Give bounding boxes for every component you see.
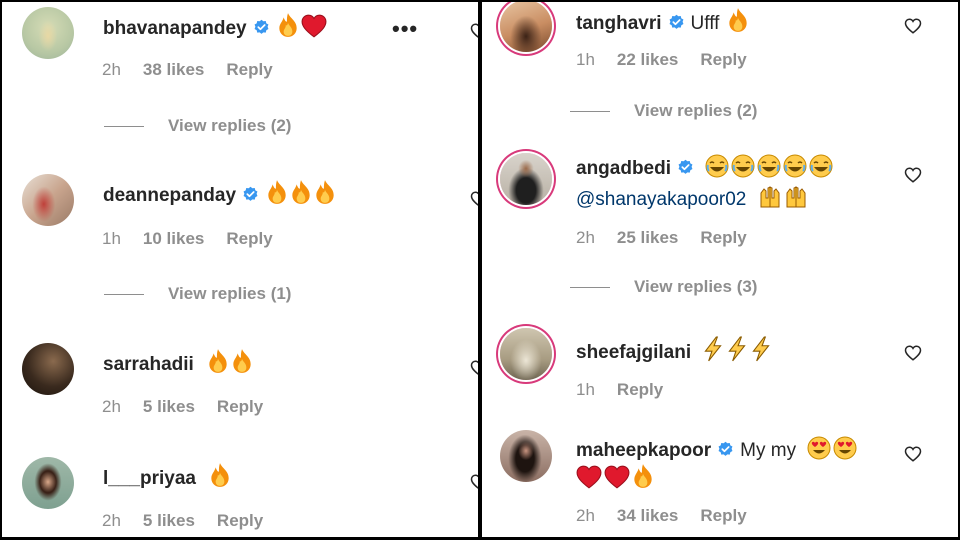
verified-badge-icon bbox=[677, 159, 694, 176]
comment-meta: 1h 22 likes Reply bbox=[576, 50, 769, 70]
like-heart-icon[interactable] bbox=[470, 359, 478, 377]
comment-username-sheefajgilani[interactable]: sheefajgilani bbox=[576, 336, 772, 364]
reply-button[interactable]: Reply bbox=[217, 511, 263, 530]
raising-hands-icon bbox=[784, 185, 808, 209]
fire-icon bbox=[266, 179, 288, 205]
like-heart-icon[interactable] bbox=[904, 344, 922, 362]
like-heart-icon[interactable] bbox=[904, 166, 922, 184]
verified-badge-icon bbox=[668, 14, 685, 31]
reply-button[interactable]: Reply bbox=[617, 380, 663, 399]
lightning-icon bbox=[702, 336, 724, 362]
comment-time: 1h bbox=[576, 50, 595, 69]
reply-button[interactable]: Reply bbox=[226, 229, 272, 248]
comment-likes[interactable]: 22 likes bbox=[617, 50, 678, 69]
view-replies-button[interactable]: View replies (2) bbox=[570, 101, 757, 121]
reply-button[interactable]: Reply bbox=[226, 60, 272, 79]
comment-likes[interactable]: 10 likes bbox=[143, 229, 204, 248]
reply-button[interactable]: Reply bbox=[700, 228, 746, 247]
comment-meta: 1h Reply bbox=[576, 380, 685, 400]
comment-likes[interactable]: 38 likes bbox=[143, 60, 204, 79]
comment-meta: 2h 25 likes Reply bbox=[576, 228, 769, 248]
avatar[interactable] bbox=[22, 457, 74, 509]
view-replies-button[interactable]: View replies (1) bbox=[104, 284, 291, 304]
avatar[interactable] bbox=[500, 328, 552, 380]
fire-icon bbox=[290, 179, 312, 205]
comment-username-sarrahadii[interactable]: sarrahadii bbox=[103, 348, 253, 376]
comment-username-bhavanapandey[interactable]: bhavanapandey bbox=[103, 12, 327, 40]
verified-badge-icon bbox=[717, 441, 734, 458]
reply-button[interactable]: Reply bbox=[700, 50, 746, 69]
comment-meta: 2h 5 likes Reply bbox=[102, 397, 285, 417]
comment-meta: 2h 34 likes Reply bbox=[576, 506, 769, 526]
comment-time: 2h bbox=[102, 60, 121, 79]
fire-icon bbox=[277, 12, 299, 38]
laughing-icon bbox=[705, 154, 729, 178]
fire-icon bbox=[632, 463, 654, 489]
fire-icon bbox=[727, 7, 749, 33]
comment-time: 1h bbox=[102, 229, 121, 248]
heart-icon bbox=[301, 14, 327, 38]
like-heart-icon[interactable] bbox=[470, 22, 478, 40]
fire-icon bbox=[231, 348, 253, 374]
comment-username-tanghavri[interactable]: tanghavri Ufff bbox=[576, 7, 749, 35]
fire-icon bbox=[209, 462, 231, 488]
fire-icon bbox=[207, 348, 229, 374]
divider-line bbox=[104, 294, 144, 296]
divider-line bbox=[104, 126, 144, 128]
comment-meta: 1h 10 likes Reply bbox=[102, 229, 295, 249]
right-comments-panel: tanghavri Ufff 1h 22 likes Reply View repli… bbox=[482, 2, 958, 537]
comment-time: 2h bbox=[102, 511, 121, 530]
lightning-icon bbox=[750, 336, 772, 362]
comment-time: 2h bbox=[576, 506, 595, 525]
comment-time: 1h bbox=[576, 380, 595, 399]
laughing-icon bbox=[809, 154, 833, 178]
more-options-icon[interactable]: ••• bbox=[392, 16, 418, 42]
heart-eyes-icon bbox=[833, 436, 857, 460]
like-heart-icon[interactable] bbox=[904, 17, 922, 35]
avatar[interactable] bbox=[22, 343, 74, 395]
comment-likes[interactable]: 34 likes bbox=[617, 506, 678, 525]
comment-username-deannepanday[interactable]: deannepanday bbox=[103, 179, 336, 207]
reply-button[interactable]: Reply bbox=[217, 397, 263, 416]
avatar[interactable] bbox=[500, 2, 552, 52]
comment-meta: 2h 5 likes Reply bbox=[102, 511, 285, 531]
avatar[interactable] bbox=[500, 153, 552, 205]
avatar[interactable] bbox=[22, 7, 74, 59]
heart-icon bbox=[576, 465, 602, 489]
like-heart-icon[interactable] bbox=[904, 445, 922, 463]
view-replies-button[interactable]: View replies (3) bbox=[570, 277, 757, 297]
like-heart-icon[interactable] bbox=[470, 190, 478, 208]
comment-likes[interactable]: 5 likes bbox=[143, 511, 195, 530]
comment-username-l_priyaa[interactable]: l___priyaa bbox=[103, 462, 231, 490]
divider-line bbox=[570, 111, 610, 113]
comment-time: 2h bbox=[576, 228, 595, 247]
comment-meta: 2h 38 likes Reply bbox=[102, 60, 295, 80]
comment-likes[interactable]: 5 likes bbox=[143, 397, 195, 416]
view-replies-button[interactable]: View replies (2) bbox=[104, 116, 291, 136]
lightning-icon bbox=[726, 336, 748, 362]
laughing-icon bbox=[783, 154, 807, 178]
mention-link[interactable]: @shanayakapoor02 bbox=[576, 185, 808, 211]
like-heart-icon[interactable] bbox=[470, 473, 478, 491]
comment-username-maheepkapoor[interactable]: maheepkapoor My my bbox=[576, 436, 857, 462]
laughing-icon bbox=[757, 154, 781, 178]
heart-eyes-icon bbox=[807, 436, 831, 460]
fire-icon bbox=[314, 179, 336, 205]
comment-time: 2h bbox=[102, 397, 121, 416]
divider-line bbox=[570, 287, 610, 289]
avatar[interactable] bbox=[22, 174, 74, 226]
verified-badge-icon bbox=[253, 19, 270, 36]
left-comments-panel: bhavanapandey ••• 2h 38 likes Reply View r… bbox=[2, 2, 478, 537]
verified-badge-icon bbox=[242, 186, 259, 203]
comment-text: Ufff bbox=[690, 13, 720, 34]
heart-icon bbox=[604, 465, 630, 489]
raising-hands-icon bbox=[758, 185, 782, 209]
comment-text: My my bbox=[740, 440, 797, 461]
comment-likes[interactable]: 25 likes bbox=[617, 228, 678, 247]
comment-username-angadbedi[interactable]: angadbedi bbox=[576, 154, 833, 180]
avatar[interactable] bbox=[500, 430, 552, 482]
reply-button[interactable]: Reply bbox=[700, 506, 746, 525]
laughing-icon bbox=[731, 154, 755, 178]
comment-emoji-line bbox=[576, 463, 654, 491]
